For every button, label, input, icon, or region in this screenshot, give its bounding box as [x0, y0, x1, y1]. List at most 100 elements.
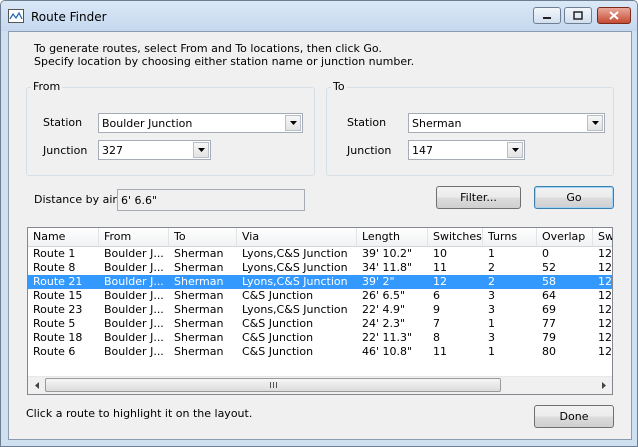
table-cell: 2	[488, 275, 495, 288]
table-cell: Route 21	[33, 275, 83, 288]
table-cell: Sherman	[174, 345, 224, 358]
minimize-button[interactable]	[533, 7, 561, 24]
from-junction-label: Junction	[43, 144, 88, 157]
title-bar[interactable]: Route Finder	[1, 1, 637, 31]
column-header[interactable]: Switches	[428, 228, 483, 246]
table-cell: 11	[433, 261, 447, 274]
table-row[interactable]: Route 21 Boulder J... Sherman Lyons,C&S Jun…	[28, 275, 612, 289]
column-header[interactable]: To	[169, 228, 237, 246]
to-group-label: To	[331, 80, 347, 93]
to-station-combo[interactable]: Sherman	[408, 113, 605, 133]
to-station-value: Sherman	[412, 117, 462, 130]
column-header[interactable]: Length	[357, 228, 428, 246]
scroll-right-button[interactable]	[595, 377, 612, 394]
close-icon	[609, 11, 619, 20]
routes-table[interactable]: Name From To Via Length Switches Turns Overlap S…	[27, 227, 613, 395]
from-station-value: Boulder Junction	[102, 117, 193, 130]
dialog-body: To generate routes, select From and To l…	[8, 31, 632, 440]
column-header[interactable]: Turns	[483, 228, 537, 246]
table-cell: Boulder J...	[104, 331, 164, 344]
table-cell: 34' 11.8"	[362, 261, 413, 274]
scroll-left-button[interactable]	[28, 377, 45, 394]
from-station-combo[interactable]: Boulder Junction	[98, 113, 303, 133]
distance-value: 6' 6.6"	[121, 194, 158, 207]
table-cell: 12	[598, 303, 612, 316]
app-icon	[8, 9, 24, 23]
table-row[interactable]: Route 18 Boulder J... Sherman C&S Junction 2…	[28, 331, 612, 345]
table-cell: Boulder J...	[104, 261, 164, 274]
table-cell: Lyons,C&S Junction	[242, 303, 348, 316]
route-finder-window: Route Finder To generate routes, select …	[0, 0, 638, 447]
table-cell: Route 23	[33, 303, 83, 316]
table-cell: 24' 2.3"	[362, 317, 406, 330]
horizontal-scrollbar[interactable]	[28, 376, 612, 394]
table-cell: Route 15	[33, 289, 83, 302]
table-cell: Sherman	[174, 261, 224, 274]
table-cell: 7	[433, 317, 440, 330]
table-cell: 79	[542, 331, 556, 344]
table-cell: 12	[598, 247, 612, 260]
table-row[interactable]: Route 5 Boulder J... Sherman C&S Junction 24…	[28, 317, 612, 331]
instruction-line-2: Specify location by choosing either stat…	[34, 55, 415, 68]
table-cell: 80	[542, 345, 556, 358]
table-cell: 46' 10.8"	[362, 345, 413, 358]
to-junction-label: Junction	[347, 144, 392, 157]
to-station-dropdown-button[interactable]	[587, 115, 603, 131]
column-header[interactable]: Overlap	[537, 228, 593, 246]
done-button[interactable]: Done	[534, 405, 614, 428]
table-cell: Route 8	[33, 261, 76, 274]
window-title: Route Finder	[31, 10, 107, 24]
table-cell: 77	[542, 317, 556, 330]
chevron-left-icon	[34, 382, 39, 389]
table-cell: Boulder J...	[104, 303, 164, 316]
to-junction-combo[interactable]: 147	[408, 140, 525, 160]
table-cell: Route 18	[33, 331, 83, 344]
from-station-dropdown-button[interactable]	[285, 115, 301, 131]
table-cell: 12	[433, 275, 447, 288]
table-cell: 10	[433, 247, 447, 260]
chevron-down-icon	[511, 148, 519, 152]
table-cell: 12	[598, 317, 612, 330]
to-junction-value: 147	[412, 144, 433, 157]
table-cell: 1	[488, 345, 495, 358]
filter-button[interactable]: Filter...	[436, 186, 521, 209]
table-cell: 0	[542, 247, 549, 260]
from-junction-dropdown-button[interactable]	[193, 142, 209, 158]
table-cell: Sherman	[174, 331, 224, 344]
table-cell: 6	[433, 289, 440, 302]
table-cell: Sherman	[174, 317, 224, 330]
table-cell: C&S Junction	[242, 289, 314, 302]
table-cell: 58	[542, 275, 556, 288]
table-row[interactable]: Route 15 Boulder J... Sherman C&S Junction 2…	[28, 289, 612, 303]
table-cell: 1	[488, 247, 495, 260]
table-row[interactable]: Route 23 Boulder J... Sherman Lyons,C&S Jun…	[28, 303, 612, 317]
table-row[interactable]: Route 1 Boulder J... Sherman Lyons,C&S Junc…	[28, 247, 612, 261]
maximize-button[interactable]	[564, 7, 592, 24]
go-button[interactable]: Go	[534, 186, 614, 209]
hint-text: Click a route to highlight it on the lay…	[26, 407, 253, 420]
grip-icon	[269, 382, 277, 388]
column-header[interactable]: From	[99, 228, 169, 246]
table-cell: 12	[598, 345, 612, 358]
scroll-thumb[interactable]	[45, 378, 501, 392]
table-cell: 3	[488, 303, 495, 316]
to-junction-dropdown-button[interactable]	[507, 142, 523, 158]
from-junction-combo[interactable]: 327	[98, 140, 211, 160]
table-row[interactable]: Route 6 Boulder J... Sherman C&S Junction 46…	[28, 345, 612, 359]
chevron-right-icon	[601, 382, 606, 389]
table-cell: 26' 6.5"	[362, 289, 406, 302]
table-cell: 39' 10.2"	[362, 247, 413, 260]
chevron-down-icon	[591, 121, 599, 125]
table-row[interactable]: Route 8 Boulder J... Sherman Lyons,C&S Junc…	[28, 261, 612, 275]
table-cell: Sherman	[174, 289, 224, 302]
table-cell: 69	[542, 303, 556, 316]
column-header[interactable]: Name	[28, 228, 99, 246]
column-header[interactable]: Via	[237, 228, 357, 246]
table-cell: Boulder J...	[104, 345, 164, 358]
close-button[interactable]	[597, 7, 631, 24]
table-cell: Lyons,C&S Junction	[242, 261, 348, 274]
from-group: From Station Boulder Junction Junction 3…	[26, 80, 315, 176]
chevron-down-icon	[197, 148, 205, 152]
column-header[interactable]: Sw	[593, 228, 612, 246]
table-cell: 1	[488, 317, 495, 330]
